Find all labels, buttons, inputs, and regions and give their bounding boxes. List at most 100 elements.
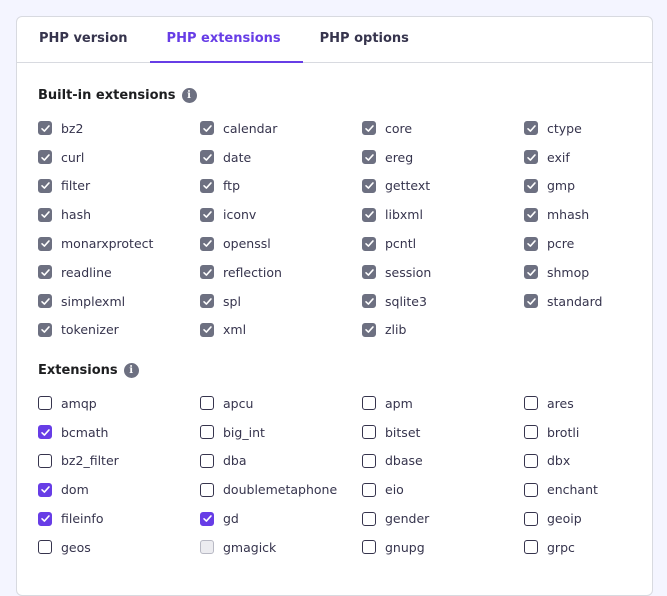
extension-item-dbase[interactable]: dbase xyxy=(362,447,524,476)
checkbox[interactable] xyxy=(524,482,538,497)
extension-item-bcmath[interactable]: bcmath xyxy=(38,418,200,447)
extension-item-readline: readline xyxy=(38,258,200,287)
extension-item-hash: hash xyxy=(38,200,200,229)
extension-item-enchant[interactable]: enchant xyxy=(524,475,644,504)
extension-label: ctype xyxy=(547,120,582,136)
info-icon[interactable]: i xyxy=(181,88,197,103)
extension-item-brotli[interactable]: brotli xyxy=(524,418,644,447)
checkbox xyxy=(524,236,538,251)
extension-label: shmop xyxy=(547,264,590,280)
extension-item-gender[interactable]: gender xyxy=(362,504,524,533)
checkbox[interactable] xyxy=(38,396,52,411)
checkbox xyxy=(38,178,52,193)
extension-item-dba[interactable]: dba xyxy=(200,447,362,476)
checkbox[interactable] xyxy=(362,482,376,497)
extension-label: brotli xyxy=(547,424,580,440)
extension-label: gnupg xyxy=(385,539,425,555)
extension-item-iconv: iconv xyxy=(200,200,362,229)
checkbox[interactable] xyxy=(362,540,376,555)
extension-label: dbx xyxy=(547,453,571,469)
extension-item-doublemetaphone[interactable]: doublemetaphone xyxy=(200,475,362,504)
checkbox[interactable] xyxy=(200,425,214,440)
checkbox[interactable] xyxy=(38,482,52,497)
checkbox[interactable] xyxy=(200,511,214,526)
extension-item-eio[interactable]: eio xyxy=(362,475,524,504)
checkbox[interactable] xyxy=(524,425,538,440)
extension-item-calendar: calendar xyxy=(200,114,362,143)
extension-item-xml: xml xyxy=(200,316,362,345)
checkbox[interactable] xyxy=(524,453,538,468)
check-icon xyxy=(202,240,212,247)
checkbox[interactable] xyxy=(362,396,376,411)
checkbox xyxy=(200,540,214,555)
check-icon xyxy=(364,211,374,219)
extension-item-amqp[interactable]: amqp xyxy=(38,389,200,418)
checkbox xyxy=(362,178,376,193)
extension-label: simplexml xyxy=(61,293,126,309)
extension-label: standard xyxy=(547,293,603,309)
extensions-title: Extensions xyxy=(38,363,118,378)
tab-php-options[interactable]: PHP options xyxy=(303,17,431,62)
check-icon xyxy=(40,182,50,190)
checkbox xyxy=(38,294,52,309)
checkbox[interactable] xyxy=(362,425,376,440)
extension-label: geos xyxy=(61,539,91,555)
info-icon[interactable]: i xyxy=(123,363,139,378)
checkbox[interactable] xyxy=(524,396,538,411)
extension-item-bz2-filter[interactable]: bz2_filter xyxy=(38,447,200,476)
checkbox xyxy=(200,178,214,193)
extension-item-dbx[interactable]: dbx xyxy=(524,447,644,476)
extension-item-bitset[interactable]: bitset xyxy=(362,418,524,447)
checkbox[interactable] xyxy=(38,425,52,440)
extension-item-big-int[interactable]: big_int xyxy=(200,418,362,447)
check-icon xyxy=(202,269,212,276)
checkbox[interactable] xyxy=(38,540,52,555)
extension-item-apm[interactable]: apm xyxy=(362,389,524,418)
extension-label: monarxprotect xyxy=(61,236,154,252)
extension-item-apcu[interactable]: apcu xyxy=(200,389,362,418)
checkbox[interactable] xyxy=(200,482,214,497)
checkbox[interactable] xyxy=(362,511,376,526)
extension-label: dba xyxy=(223,453,247,469)
extension-label: bz2 xyxy=(61,120,84,136)
tab-php-extensions[interactable]: PHP extensions xyxy=(149,17,303,63)
extension-label: sqlite3 xyxy=(385,293,427,309)
check-icon xyxy=(202,211,212,219)
checkbox xyxy=(524,121,538,136)
checkbox[interactable] xyxy=(200,453,214,468)
checkbox[interactable] xyxy=(200,396,214,411)
checkbox[interactable] xyxy=(524,511,538,526)
extension-item-geos[interactable]: geos xyxy=(38,533,200,562)
checkbox[interactable] xyxy=(38,511,52,526)
extension-label: dom xyxy=(61,482,89,498)
extension-item-gd[interactable]: gd xyxy=(200,504,362,533)
extension-label: bitset xyxy=(385,424,421,440)
extension-item-gnupg[interactable]: gnupg xyxy=(362,533,524,562)
check-icon xyxy=(40,428,50,436)
check-icon xyxy=(364,326,374,334)
extension-item-monarxprotect: monarxprotect xyxy=(38,229,200,258)
tab-php-version[interactable]: PHP version xyxy=(22,17,150,62)
extension-label: pcntl xyxy=(385,236,417,252)
checkbox xyxy=(524,207,538,222)
extension-label: eio xyxy=(385,482,404,498)
extension-item-grpc[interactable]: grpc xyxy=(524,533,644,562)
extension-item-dom[interactable]: dom xyxy=(38,475,200,504)
checkbox xyxy=(362,322,376,337)
check-icon xyxy=(40,297,50,305)
checkbox[interactable] xyxy=(524,540,538,555)
extension-label: ftp xyxy=(223,178,241,194)
extension-item-ctype: ctype xyxy=(524,114,644,143)
checkbox[interactable] xyxy=(362,453,376,468)
checkbox xyxy=(362,150,376,165)
checkbox xyxy=(362,121,376,136)
extension-label: calendar xyxy=(223,120,278,136)
extension-item-fileinfo[interactable]: fileinfo xyxy=(38,504,200,533)
extension-item-ares[interactable]: ares xyxy=(524,389,644,418)
checkbox xyxy=(38,236,52,251)
checkbox[interactable] xyxy=(38,453,52,468)
extension-label: tokenizer xyxy=(61,322,119,338)
extension-label: iconv xyxy=(223,207,257,223)
extension-item-openssl: openssl xyxy=(200,229,362,258)
extension-item-geoip[interactable]: geoip xyxy=(524,504,644,533)
